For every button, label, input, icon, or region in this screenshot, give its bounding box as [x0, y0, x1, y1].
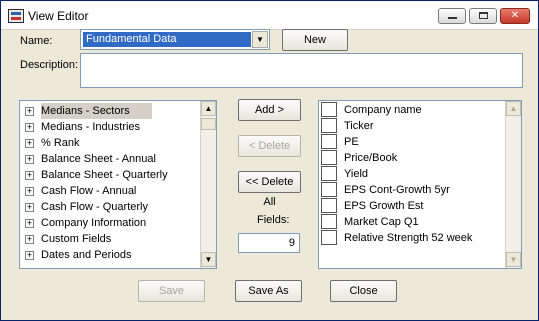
selected-fields-list[interactable]: Company name Ticker PE Price/Book Yield … [318, 100, 522, 269]
list-item[interactable]: Market Cap Q1 [321, 214, 503, 230]
tree-item[interactable]: + % Rank [23, 135, 199, 151]
close-window-button[interactable]: ✕ [500, 8, 530, 24]
field-checkbox[interactable] [321, 102, 337, 117]
window-title: View Editor [28, 9, 89, 23]
add-button[interactable]: Add > [238, 99, 301, 121]
expand-icon[interactable]: + [25, 123, 34, 132]
scroll-thumb[interactable] [201, 118, 216, 130]
tree-item[interactable]: + Cash Flow - Annual [23, 183, 199, 199]
list-item[interactable]: Yield [321, 166, 503, 182]
name-combobox-value[interactable]: Fundamental Data [82, 31, 252, 48]
minimize-button[interactable] [438, 8, 466, 24]
field-checkbox[interactable] [321, 134, 337, 149]
field-checkbox[interactable] [321, 118, 337, 133]
field-checkbox[interactable] [321, 182, 337, 197]
name-label: Name: [20, 35, 53, 47]
list-item[interactable]: Company name [321, 102, 503, 118]
view-editor-window: View Editor ✕ Name: Fundamental Data ▼ N… [0, 0, 539, 321]
field-checkbox[interactable] [321, 166, 337, 181]
tree-item[interactable]: + Medians - Industries [23, 119, 199, 135]
list-item[interactable]: PE [321, 134, 503, 150]
delete-all-button[interactable]: << Delete All [238, 171, 301, 208]
field-checkbox[interactable] [321, 214, 337, 229]
name-combobox[interactable]: Fundamental Data ▼ [80, 29, 270, 50]
expand-icon[interactable]: + [25, 139, 34, 148]
expand-icon[interactable]: + [25, 219, 34, 228]
field-checkbox[interactable] [321, 150, 337, 165]
list-item[interactable]: Relative Strength 52 week [321, 230, 503, 246]
save-button[interactable]: Save [138, 280, 205, 302]
expand-icon[interactable]: + [25, 107, 34, 116]
close-icon: ✕ [510, 10, 520, 21]
tree-item[interactable]: + Cash Flow - Quarterly [23, 199, 199, 215]
tree-item[interactable]: + Company Information [23, 215, 199, 231]
expand-icon[interactable]: + [25, 235, 34, 244]
chevron-down-icon[interactable]: ▼ [252, 31, 268, 48]
expand-icon[interactable]: + [25, 187, 34, 196]
scroll-up-icon[interactable]: ▲ [506, 101, 521, 116]
list-item[interactable]: Price/Book [321, 150, 503, 166]
expand-icon[interactable]: + [25, 251, 34, 260]
list-item[interactable]: Ticker [321, 118, 503, 134]
delete-button[interactable]: < Delete [238, 135, 301, 157]
title-bar[interactable]: View Editor ✕ [1, 1, 538, 30]
scroll-up-icon[interactable]: ▲ [201, 101, 216, 116]
list-item[interactable]: EPS Growth Est [321, 198, 503, 214]
description-label: Description: [20, 59, 79, 71]
fields-scrollbar[interactable]: ▲ ▼ [505, 101, 521, 268]
tree-item[interactable]: + Custom Fields [23, 231, 199, 247]
expand-icon[interactable]: + [25, 171, 34, 180]
expand-icon[interactable]: + [25, 203, 34, 212]
field-checkbox[interactable] [321, 230, 337, 245]
tree-item[interactable]: + Dates and Periods [23, 247, 199, 263]
tree-item[interactable]: + Medians - Sectors [23, 103, 199, 119]
fields-label: Fields: [257, 214, 290, 226]
close-button[interactable]: Close [330, 280, 397, 302]
category-tree[interactable]: + Medians - Sectors + Medians - Industri… [19, 100, 217, 269]
app-icon [8, 9, 24, 23]
tree-item[interactable]: + Balance Sheet - Quarterly [23, 167, 199, 183]
maximize-icon [478, 12, 488, 19]
maximize-button[interactable] [469, 8, 497, 24]
save-as-button[interactable]: Save As [235, 280, 302, 302]
field-checkbox[interactable] [321, 198, 337, 213]
minimize-icon [447, 17, 457, 19]
fields-count: 9 [238, 233, 300, 253]
description-field[interactable] [80, 53, 523, 88]
scroll-down-icon[interactable]: ▼ [201, 252, 216, 267]
tree-item[interactable]: + Balance Sheet - Annual [23, 151, 199, 167]
scroll-down-icon[interactable]: ▼ [506, 252, 521, 267]
category-scrollbar[interactable]: ▲ ▼ [200, 101, 216, 268]
list-item[interactable]: EPS Cont-Growth 5yr [321, 182, 503, 198]
new-button[interactable]: New [282, 29, 348, 51]
expand-icon[interactable]: + [25, 155, 34, 164]
